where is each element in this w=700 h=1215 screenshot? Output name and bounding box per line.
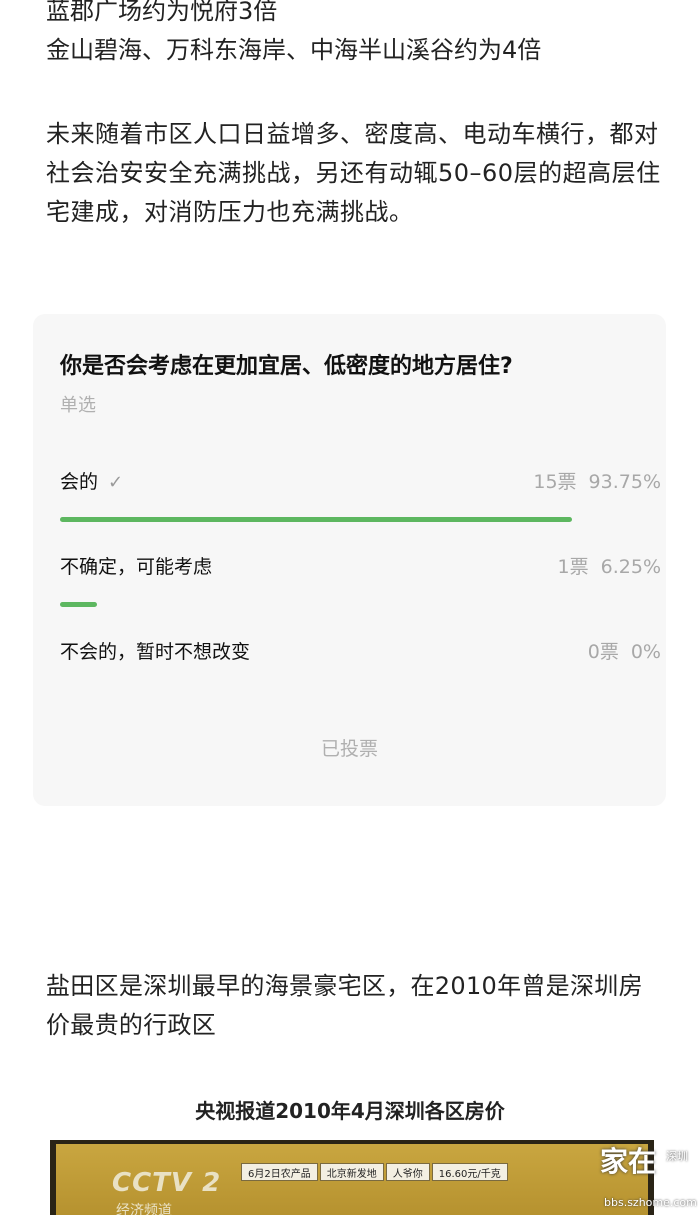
poll-option-percent: 6.25% [600,556,661,578]
poll-option-votes: 15票 [533,471,577,493]
poll-option[interactable]: 会的 ✓ 15票 93.75% [60,467,661,522]
poll-option-bar [60,517,606,522]
poll-option-stats: 1票 6.25% [558,552,661,579]
poll-option-percent: 93.75% [588,471,661,493]
image-caption: 央视报道2010年4月深圳各区房价 [195,1099,505,1123]
article-top-lines: 蓝郡广场约为悦府3倍 金山碧海、万科东海岸、中海半山溪谷约为4倍 [46,0,666,70]
article-line: 蓝郡广场约为悦府3倍 [46,0,278,25]
ticker-cell: 16.60元/千克 [431,1163,508,1181]
poll-option-votes: 0票 [587,641,619,663]
ticker-cell: 人爷你 [385,1163,430,1181]
poll-option-bar [60,687,606,692]
article-line: 金山碧海、万科东海岸、中海半山溪谷约为4倍 [46,36,542,64]
check-icon: ✓ [108,472,124,493]
article-paragraph: 未来随着市区人口日益增多、密度高、电动车横行，都对社会治安安全充满挑战，另还有动… [46,120,661,226]
poll-option-label: 会的 [60,471,99,493]
poll-option-bar [60,602,606,607]
tv-screen: CCTV 2 经济频道 6月2日农产品 北京新发地 人爷你 16.60元/千克 [56,1144,648,1215]
poll-option[interactable]: 不会的，暂时不想改变 0票 0% [60,637,661,667]
poll-question: 你是否会考虑在更加宜居、低密度的地方居住? [60,354,513,379]
poll-option-stats: 15票 93.75% [533,467,661,494]
poll-option-bar-fill [60,602,97,607]
watermark: 家在 深圳 bbs.szhome.com [596,1140,700,1215]
poll-option-label: 不会的，暂时不想改变 [60,641,251,663]
poll-option-label: 不确定，可能考虑 [60,556,213,578]
poll-type-label: 单选 [60,395,96,416]
article-paragraph: 盐田区是深圳最早的海景豪宅区，在2010年曾是深圳房价最贵的行政区 [46,972,643,1039]
poll-option-bar-fill [60,517,572,522]
watermark-logo: 家在 [600,1145,657,1178]
cctv-logo: CCTV 2 [112,1168,222,1198]
news-image: CCTV 2 经济频道 6月2日农产品 北京新发地 人爷你 16.60元/千克 [50,1140,654,1215]
poll-option[interactable]: 不确定，可能考虑 1票 6.25% [60,552,661,607]
poll-option-label-wrap: 会的 ✓ [60,467,123,494]
poll-card: 你是否会考虑在更加宜居、低密度的地方居住? 单选 会的 ✓ 15票 93.75% 不… [33,314,666,806]
price-ticker: 6月2日农产品 北京新发地 人爷你 16.60元/千克 [241,1163,510,1181]
ticker-cell: 北京新发地 [319,1163,384,1181]
poll-option-stats: 0票 0% [588,637,661,664]
poll-option-votes: 1票 [557,556,589,578]
cctv-channel-name: 经济频道 [116,1203,172,1215]
ticker-cell: 6月2日农产品 [241,1163,318,1181]
voted-button[interactable]: 已投票 [33,734,666,761]
watermark-url: bbs.szhome.com [604,1196,697,1209]
poll-option-percent: 0% [630,641,661,663]
watermark-city: 深圳 [666,1150,688,1163]
